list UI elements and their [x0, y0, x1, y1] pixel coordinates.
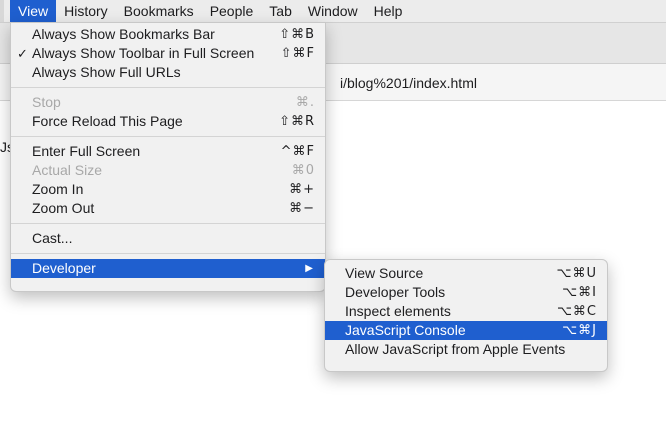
menu-item-label: Always Show Full URLs	[32, 64, 181, 80]
menu-item-label: Force Reload This Page	[32, 113, 183, 129]
menu-item-label: Developer Tools	[345, 284, 446, 300]
menu-bar: View History Bookmarks People Tab Window Help	[0, 0, 666, 23]
menu-separator	[11, 223, 325, 224]
shortcut-label: ^⌘F	[280, 144, 315, 159]
menu-item-label: Zoom In	[32, 181, 84, 197]
menu-item-developer-tools[interactable]: Developer Tools ⌥⌘I	[325, 283, 607, 302]
menu-bar-edge	[0, 0, 4, 22]
menubar-history[interactable]: History	[56, 0, 116, 22]
menu-item-always-show-bookmarks-bar[interactable]: Always Show Bookmarks Bar ⇧⌘B	[11, 25, 325, 44]
menu-item-zoom-out[interactable]: Zoom Out ⌘−	[11, 199, 325, 218]
menu-item-label: Stop	[32, 94, 61, 110]
submenu-arrow-icon: ▶	[305, 263, 313, 274]
menubar-bookmarks[interactable]: Bookmarks	[116, 0, 202, 22]
menubar-help[interactable]: Help	[366, 0, 411, 22]
shortcut-label: ⇧⌘R	[279, 114, 315, 129]
menu-item-inspect-elements[interactable]: Inspect elements ⌥⌘C	[325, 302, 607, 321]
shortcut-label: ⌘−	[289, 201, 315, 216]
menu-item-developer[interactable]: Developer ▶	[11, 259, 325, 278]
shortcut-label: ⌥⌘C	[556, 304, 597, 319]
menu-item-label: View Source	[345, 265, 424, 281]
menu-item-javascript-console[interactable]: JavaScript Console ⌥⌘J	[325, 321, 607, 340]
menu-item-label: Zoom Out	[32, 200, 95, 216]
menu-item-stop: Stop ⌘.	[11, 93, 325, 112]
shortcut-label: ⌘0	[291, 163, 315, 178]
menu-item-label: Enter Full Screen	[32, 143, 141, 159]
menu-item-force-reload[interactable]: Force Reload This Page ⇧⌘R	[11, 112, 325, 131]
menu-item-label: Developer	[32, 260, 96, 276]
menu-separator	[11, 136, 325, 137]
menu-item-actual-size: Actual Size ⌘0	[11, 161, 325, 180]
menu-item-label: Allow JavaScript from Apple Events	[345, 341, 566, 357]
checkmark-icon: ✓	[17, 46, 28, 61]
menu-item-label: Always Show Toolbar in Full Screen	[32, 45, 255, 61]
shortcut-label: ⌘.	[295, 95, 315, 110]
menu-item-always-show-full-urls[interactable]: Always Show Full URLs	[11, 63, 325, 82]
shortcut-label: ⇧⌘F	[280, 46, 315, 61]
menubar-people[interactable]: People	[202, 0, 262, 22]
screen: Js i/blog%201/index.html View History Book…	[0, 0, 666, 426]
menubar-window[interactable]: Window	[300, 0, 366, 22]
menu-item-cast[interactable]: Cast...	[11, 229, 325, 248]
shortcut-label: ⇧⌘B	[279, 27, 315, 42]
menu-separator	[11, 253, 325, 254]
developer-submenu: View Source ⌥⌘U Developer Tools ⌥⌘I Insp…	[324, 259, 608, 372]
menu-separator	[11, 87, 325, 88]
shortcut-label: ⌥⌘U	[556, 266, 597, 281]
shortcut-label: ⌘+	[289, 182, 315, 197]
menu-item-allow-javascript-apple-events[interactable]: Allow JavaScript from Apple Events	[325, 340, 607, 359]
menu-item-label: Cast...	[32, 230, 73, 246]
shortcut-label: ⌥⌘I	[562, 285, 597, 300]
view-menu: Always Show Bookmarks Bar ⇧⌘B ✓ Always S…	[10, 22, 326, 292]
menu-item-label: Always Show Bookmarks Bar	[32, 26, 215, 42]
shortcut-label: ⌥⌘J	[562, 323, 597, 338]
menu-item-zoom-in[interactable]: Zoom In ⌘+	[11, 180, 325, 199]
address-bar-url[interactable]: i/blog%201/index.html	[340, 73, 477, 93]
menu-item-enter-full-screen[interactable]: Enter Full Screen ^⌘F	[11, 142, 325, 161]
menu-item-view-source[interactable]: View Source ⌥⌘U	[325, 264, 607, 283]
menu-item-label: JavaScript Console	[345, 322, 466, 338]
menu-item-label: Inspect elements	[345, 303, 451, 319]
menubar-view[interactable]: View	[10, 0, 57, 22]
menu-item-label: Actual Size	[32, 162, 103, 178]
menu-item-always-show-toolbar[interactable]: ✓ Always Show Toolbar in Full Screen ⇧⌘F	[11, 44, 325, 63]
menubar-tab[interactable]: Tab	[261, 0, 300, 22]
